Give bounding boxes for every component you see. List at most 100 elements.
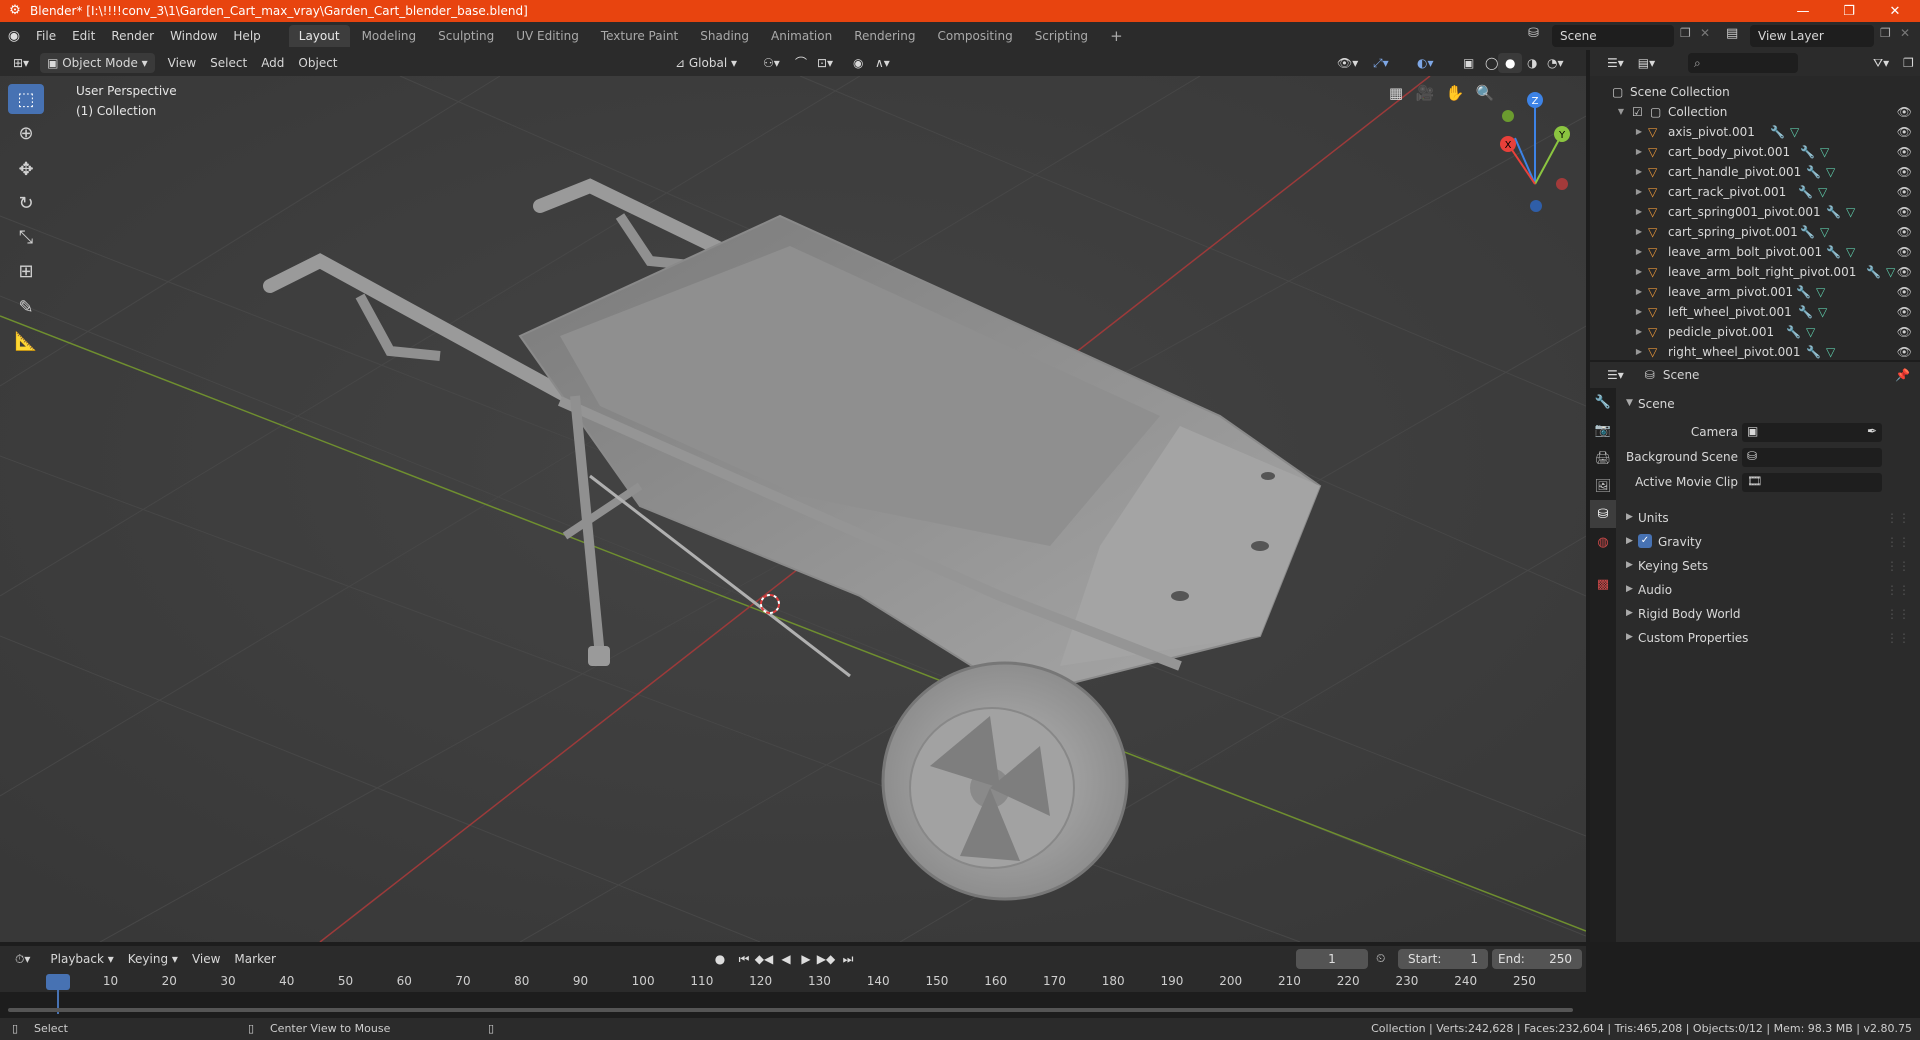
drag-handle-icon[interactable]: ⋮⋮ (1886, 535, 1910, 549)
new-scene-icon[interactable]: ❐ (1680, 26, 1691, 40)
rendered-shading-icon[interactable]: ◔▾ (1540, 53, 1571, 73)
timeline-menu-view[interactable]: View (185, 949, 227, 969)
modifier-wrench-icon[interactable]: 🔧 (1866, 262, 1881, 282)
camera-field[interactable]: ▣ ✒ (1742, 423, 1882, 442)
background-scene-field[interactable]: ⛁ (1742, 448, 1882, 467)
tab-modeling[interactable]: Modeling (352, 25, 427, 47)
transform-orientation-dropdown[interactable]: ⊿ Global ▾ (668, 53, 744, 73)
modifier-wrench-icon[interactable]: 🔧 (1800, 222, 1815, 242)
delete-scene-icon[interactable]: ✕ (1700, 26, 1710, 40)
active-movie-clip-field[interactable]: 🎞 (1742, 473, 1882, 492)
timeline-area[interactable]: 1102030405060708090100110120130140150160… (0, 972, 1586, 1014)
timeline-editor-icon[interactable]: ⏱▾ (8, 949, 37, 969)
outliner-object-row[interactable]: ▶ ▽ pedicle_pivot.001 🔧 ▽ 👁 (1590, 322, 1920, 342)
tab-scripting[interactable]: Scripting (1025, 25, 1098, 47)
viewport-menu-object[interactable]: Object (291, 53, 344, 73)
mesh-data-icon[interactable]: ▽ (1820, 222, 1829, 242)
mesh-data-icon[interactable]: ▽ (1826, 162, 1835, 182)
minimize-button[interactable]: — (1780, 0, 1826, 22)
visibility-eye-icon[interactable]: 👁 (1897, 322, 1912, 342)
visibility-eye-icon[interactable]: 👁 (1897, 122, 1912, 142)
outliner-collection[interactable]: ▼ ☑ ▢ Collection 👁 (1590, 102, 1920, 122)
modifier-wrench-icon[interactable]: 🔧 (1806, 342, 1821, 362)
snap-target-icon[interactable]: ⊡▾ (810, 53, 840, 73)
pivot-point-icon[interactable]: ⚇▾ (756, 53, 787, 73)
outliner-object-row[interactable]: ▶ ▽ cart_handle_pivot.001 🔧 ▽ 👁 (1590, 162, 1920, 182)
visibility-eye-icon[interactable]: 👁 (1897, 162, 1912, 182)
jump-keyframe-forward-icon[interactable]: ▶◆ (816, 949, 836, 969)
menu-window[interactable]: Window (162, 25, 225, 47)
tab-sculpting[interactable]: Sculpting (428, 25, 504, 47)
overlays-toggle-icon[interactable]: ◐▾ (1410, 53, 1441, 73)
editor-type-icon[interactable]: ⊞▾ (6, 53, 36, 73)
outliner-object-row[interactable]: ▶ ▽ leave_arm_bolt_pivot.001 🔧 ▽ 👁 (1590, 242, 1920, 262)
viewport-menu-add[interactable]: Add (254, 53, 291, 73)
tab-animation[interactable]: Animation (761, 25, 842, 47)
expand-triangle-icon[interactable]: ▶ (1634, 262, 1644, 282)
mesh-data-icon[interactable]: ▽ (1818, 302, 1827, 322)
properties-section-gravity[interactable]: ▶ ✓ Gravity ⋮⋮ (1616, 532, 1920, 556)
modifier-wrench-icon[interactable]: 🔧 (1798, 182, 1813, 202)
outliner-object-row[interactable]: ▶ ▽ cart_spring_pivot.001 🔧 ▽ 👁 (1590, 222, 1920, 242)
mesh-data-icon[interactable]: ▽ (1790, 122, 1799, 142)
mesh-data-icon[interactable]: ▽ (1806, 322, 1815, 342)
drag-handle-icon[interactable]: ⋮⋮ (1886, 583, 1910, 597)
mesh-data-icon[interactable]: ▽ (1818, 182, 1827, 202)
mesh-data-icon[interactable]: ▽ (1846, 242, 1855, 262)
annotate-tool-icon[interactable]: ✎ (8, 292, 44, 322)
3d-viewport[interactable]: Z Y X User Perspective (1) Collection ▦ … (0, 76, 1586, 942)
world-tab-icon[interactable]: ◍ (1590, 528, 1616, 556)
view-layer-tab-icon[interactable]: 🖼 (1590, 472, 1616, 500)
view-layer-field[interactable]: View Layer (1750, 25, 1874, 47)
new-collection-icon[interactable]: ❐ (1896, 53, 1920, 73)
expand-triangle-icon[interactable]: ▶ (1634, 202, 1644, 222)
tool-tab-icon[interactable]: 🔧 (1590, 388, 1616, 416)
visibility-eye-icon[interactable]: 👁 (1897, 102, 1912, 122)
expand-triangle-icon[interactable]: ▶ (1634, 182, 1644, 202)
properties-section-units[interactable]: ▶ Units ⋮⋮ (1616, 508, 1920, 532)
modifier-wrench-icon[interactable]: 🔧 (1770, 122, 1785, 142)
move-tool-icon[interactable]: ✥ (8, 154, 44, 184)
mesh-data-icon[interactable]: ▽ (1826, 342, 1835, 362)
rotate-tool-icon[interactable]: ↻ (8, 188, 44, 218)
measure-tool-icon[interactable]: 📐 (8, 326, 44, 356)
properties-section-custom-properties[interactable]: ▶ Custom Properties ⋮⋮ (1616, 628, 1920, 652)
modifier-wrench-icon[interactable]: 🔧 (1798, 302, 1813, 322)
output-tab-icon[interactable]: 🖨 (1590, 444, 1616, 472)
expand-triangle-icon[interactable]: ▶ (1634, 222, 1644, 242)
properties-section-audio[interactable]: ▶ Audio ⋮⋮ (1616, 580, 1920, 604)
viewport-menu-view[interactable]: View (161, 53, 203, 73)
solid-shading-icon[interactable]: ● (1498, 53, 1523, 73)
expand-triangle-icon[interactable]: ▶ (1634, 342, 1644, 362)
render-tab-icon[interactable]: 📷 (1590, 416, 1616, 444)
gizmo-toggle-icon[interactable]: ⤢▾ (1366, 53, 1396, 73)
mesh-data-icon[interactable]: ▽ (1886, 262, 1895, 282)
scene-tab-icon[interactable]: ⛁ (1590, 500, 1616, 528)
menu-help[interactable]: Help (225, 25, 268, 47)
cursor-tool-icon[interactable]: ⊕ (8, 118, 44, 148)
play-reverse-icon[interactable]: ◀ (776, 949, 796, 969)
add-workspace-button[interactable]: + (1100, 25, 1133, 47)
scene-panel-header[interactable]: ▼ Scene (1616, 394, 1920, 418)
outliner-object-row[interactable]: ▶ ▽ cart_rack_pivot.001 🔧 ▽ 👁 (1590, 182, 1920, 202)
outliner-object-row[interactable]: ▶ ▽ axis_pivot.001 🔧 ▽ 👁 (1590, 122, 1920, 142)
timeline-menu-keying[interactable]: Keying ▾ (121, 949, 185, 969)
properties-section-keying-sets[interactable]: ▶ Keying Sets ⋮⋮ (1616, 556, 1920, 580)
current-frame-field[interactable]: 1 (1296, 949, 1368, 969)
pin-icon[interactable]: 📌 (1895, 368, 1910, 382)
outliner-object-row[interactable]: ▶ ▽ cart_spring001_pivot.001 🔧 ▽ 👁 (1590, 202, 1920, 222)
outliner-scene-collection[interactable]: ▢ Scene Collection (1590, 82, 1920, 102)
outliner-object-row[interactable]: ▶ ▽ leave_arm_bolt_right_pivot.001 🔧 ▽ 👁 (1590, 262, 1920, 282)
camera-view-icon[interactable]: 🎥 (1412, 80, 1438, 106)
tab-texture-paint[interactable]: Texture Paint (591, 25, 688, 47)
pan-hand-icon[interactable]: ✋ (1442, 80, 1468, 106)
menu-render[interactable]: Render (103, 25, 162, 47)
proportional-edit-icon[interactable]: ◉ (846, 53, 870, 73)
visibility-eye-icon[interactable]: 👁 (1897, 182, 1912, 202)
modifier-wrench-icon[interactable]: 🔧 (1826, 202, 1841, 222)
timeline-scrollbar[interactable] (8, 1008, 1573, 1012)
timeline-ruler[interactable]: 1102030405060708090100110120130140150160… (0, 972, 1586, 992)
visibility-icon[interactable]: 👁▾ (1330, 53, 1365, 73)
jump-start-icon[interactable]: ⏮ (734, 949, 754, 969)
record-icon[interactable]: ● (710, 949, 730, 969)
